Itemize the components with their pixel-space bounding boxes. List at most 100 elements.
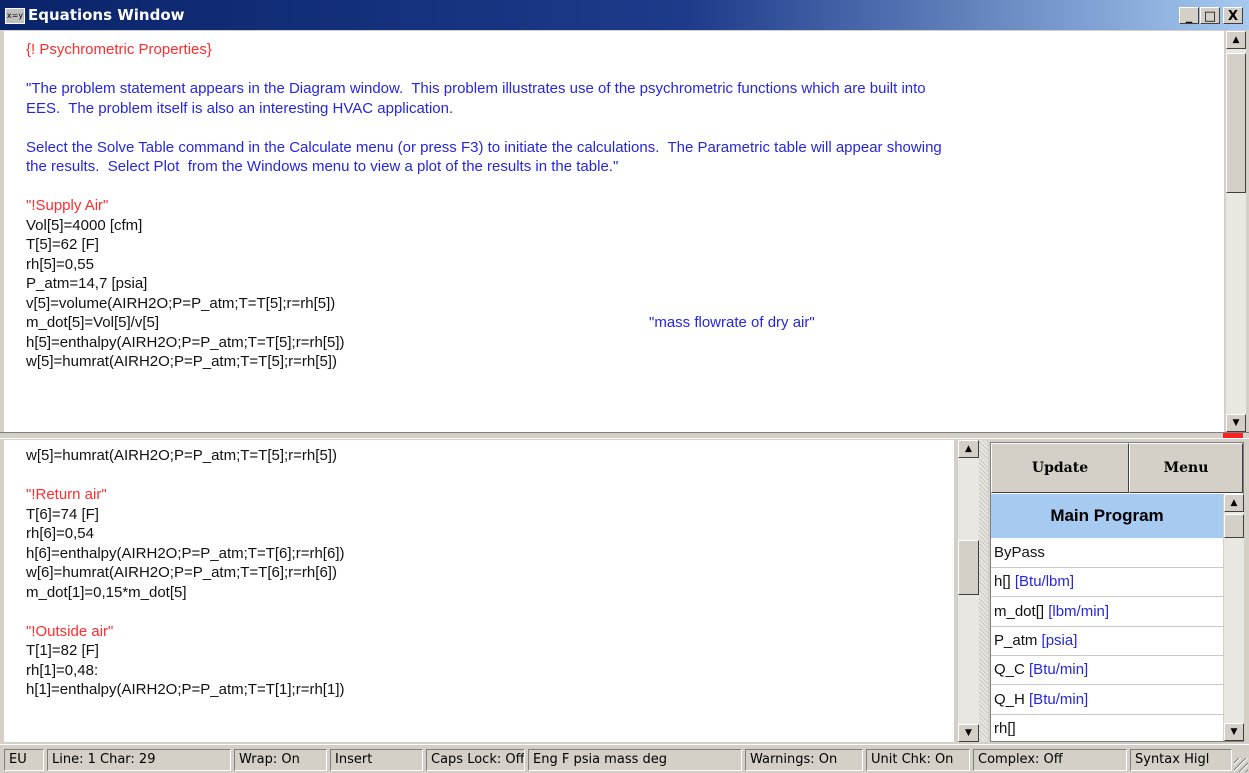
scroll-thumb[interactable] bbox=[1224, 514, 1244, 538]
code-text: "!Supply Air" bbox=[26, 197, 109, 214]
code-line[interactable]: "The problem statement appears in the Di… bbox=[26, 79, 1224, 99]
variable-list-item[interactable]: h[] [Btu/lbm] bbox=[991, 568, 1223, 598]
code-text: rh[5]=0,55 bbox=[26, 255, 94, 273]
variable-name: h[] bbox=[994, 573, 1011, 591]
status-unit-system[interactable]: EU bbox=[4, 749, 44, 771]
top-editor-scrollbar[interactable]: ▲ ▼ bbox=[1225, 31, 1246, 432]
code-line[interactable] bbox=[26, 466, 954, 486]
code-text: Vol[5]=4000 [cfm] bbox=[26, 216, 143, 234]
scroll-down-arrow-icon[interactable]: ▼ bbox=[958, 724, 979, 742]
main-program-header[interactable]: Main Program bbox=[991, 494, 1223, 538]
code-line[interactable]: h[5]=enthalpy(AIRH2O;P=P_atm;T=T[5];r=rh… bbox=[26, 333, 1224, 353]
code-line[interactable]: the results. Select Plot from the Window… bbox=[26, 157, 1224, 177]
code-text: h[1]=enthalpy(AIRH2O;P=P_atm;T=T[1];r=rh… bbox=[26, 681, 345, 698]
code-line[interactable]: rh[5]=0,55 bbox=[26, 255, 1224, 275]
variable-unit: [lbm/min] bbox=[1048, 602, 1110, 620]
code-line[interactable]: rh[1]=0,48: bbox=[26, 661, 954, 681]
code-line[interactable]: Vol[5]=4000 [cfm] bbox=[26, 216, 1224, 236]
code-text: T[5]=62 [F] bbox=[26, 236, 99, 253]
title-bar[interactable]: x=y Equations Window _ □ X bbox=[0, 0, 1249, 30]
menu-button[interactable]: Menu bbox=[1129, 443, 1243, 493]
resize-grip-icon[interactable] bbox=[1234, 758, 1248, 772]
variable-list-item[interactable]: Q_H [Btu/min] bbox=[991, 686, 1223, 715]
variable-list-item[interactable]: ByPass bbox=[991, 539, 1223, 568]
scroll-down-arrow-icon[interactable]: ▼ bbox=[1224, 723, 1244, 741]
status-bar: EU Line: 1 Char: 29 Wrap: On Insert Caps Loc… bbox=[0, 744, 1249, 773]
code-line[interactable]: v[5]=volume(AIRH2O;P=P_atm;T=T[5];r=rh[5… bbox=[26, 294, 1224, 314]
minimize-button[interactable]: _ bbox=[1179, 7, 1199, 24]
scroll-thumb[interactable] bbox=[1226, 53, 1246, 193]
status-insert-mode[interactable]: Insert bbox=[330, 749, 423, 771]
pane-splitter[interactable] bbox=[0, 432, 1249, 439]
code-text: m_dot[5]=Vol[5]/v[5] bbox=[26, 314, 160, 331]
code-text: h[5]=enthalpy(AIRH2O;P=P_atm;T=T[5];r=rh… bbox=[26, 333, 345, 351]
code-line[interactable]: {! Psychrometric Properties} bbox=[26, 40, 1224, 60]
code-line[interactable]: w[5]=humrat(AIRH2O;P=P_atm;T=T[5];r=rh[5… bbox=[26, 446, 954, 466]
status-wrap[interactable]: Wrap: On bbox=[234, 749, 327, 771]
code-text: w[6]=humrat(AIRH2O;P=P_atm;T=T[6];r=rh[6… bbox=[26, 564, 337, 581]
code-line[interactable]: "!Outside air" bbox=[26, 622, 954, 642]
equations-editor-bottom[interactable]: w[5]=humrat(AIRH2O;P=P_atm;T=T[5];r=rh[5… bbox=[4, 440, 954, 742]
code-line[interactable] bbox=[26, 602, 954, 622]
code-line[interactable]: h[6]=enthalpy(AIRH2O;P=P_atm;T=T[6];r=rh… bbox=[26, 544, 954, 564]
variable-info-panel: Update Menu Main Program ByPass h[] [Btu… bbox=[990, 442, 1244, 744]
code-text: w[5]=humrat(AIRH2O;P=P_atm;T=T[5];r=rh[5… bbox=[26, 353, 337, 370]
code-line[interactable] bbox=[26, 177, 1224, 197]
code-line[interactable]: T[6]=74 [F] bbox=[26, 505, 954, 525]
code-line[interactable]: "!Supply Air" bbox=[26, 196, 1224, 216]
code-line[interactable]: T[1]=82 [F] bbox=[26, 641, 954, 661]
code-text: rh[6]=0,54 bbox=[26, 525, 94, 542]
variable-name: rh[] bbox=[994, 719, 1016, 737]
variable-name: Q_C bbox=[994, 661, 1025, 679]
update-button[interactable]: Update bbox=[991, 443, 1129, 493]
inline-comment: "mass flowrate of dry air" bbox=[649, 314, 815, 331]
code-text: the results. Select Plot from the Window… bbox=[26, 158, 619, 175]
code-text: "The problem statement appears in the Di… bbox=[26, 80, 926, 97]
code-line[interactable]: P_atm=14,7 [psia] bbox=[26, 274, 1224, 294]
code-line[interactable]: h[1]=enthalpy(AIRH2O;P=P_atm;T=T[1];r=rh… bbox=[26, 680, 954, 700]
code-line[interactable]: Select the Solve Table command in the Ca… bbox=[26, 138, 1224, 158]
code-text: w[5]=humrat(AIRH2O;P=P_atm;T=T[5];r=rh[5… bbox=[26, 447, 337, 464]
code-line[interactable]: m_dot[5]=Vol[5]/v[5] "mass flowrate of dr… bbox=[26, 313, 1224, 333]
variable-name: ByPass bbox=[994, 544, 1045, 561]
scroll-down-arrow-icon[interactable]: ▼ bbox=[1226, 414, 1246, 432]
variable-list-item[interactable]: rh[] bbox=[991, 715, 1223, 744]
status-unit-settings[interactable]: Eng F psia mass deg bbox=[528, 749, 742, 771]
scroll-up-arrow-icon[interactable]: ▲ bbox=[1224, 494, 1244, 512]
variable-unit: [Btu/lbm] bbox=[1014, 573, 1075, 591]
code-line[interactable]: rh[6]=0,54 bbox=[26, 524, 954, 544]
code-line[interactable] bbox=[26, 60, 1224, 80]
scroll-thumb[interactable] bbox=[958, 540, 979, 595]
status-syntax-highlight[interactable]: Syntax Higl bbox=[1130, 749, 1232, 771]
status-caps-lock[interactable]: Caps Lock: Off bbox=[426, 749, 525, 771]
variable-name: P_atm bbox=[994, 631, 1038, 649]
variable-list-scrollbar[interactable]: ▲ ▼ bbox=[1223, 494, 1244, 741]
scroll-up-arrow-icon[interactable]: ▲ bbox=[958, 440, 979, 458]
equations-editor-top[interactable]: {! Psychrometric Properties} "The problem… bbox=[4, 31, 1224, 432]
variable-list-item[interactable]: Q_C [Btu/min] bbox=[991, 656, 1223, 686]
bottom-editor-scrollbar[interactable]: ▲ ▼ bbox=[957, 440, 979, 742]
status-warnings[interactable]: Warnings: On bbox=[745, 749, 863, 771]
code-line[interactable]: "!Return air" bbox=[26, 485, 954, 505]
code-line[interactable]: w[6]=humrat(AIRH2O;P=P_atm;T=T[6];r=rh[6… bbox=[26, 563, 954, 583]
status-complex[interactable]: Complex: Off bbox=[973, 749, 1127, 771]
code-line[interactable]: EES. The problem itself is also an inter… bbox=[26, 99, 1224, 119]
status-cursor-position[interactable]: Line: 1 Char: 29 bbox=[47, 749, 231, 771]
variable-list-item[interactable]: P_atm [psia] bbox=[991, 627, 1223, 656]
variable-list-item[interactable]: m_dot[] [lbm/min] bbox=[991, 598, 1223, 627]
code-line[interactable]: T[5]=62 [F] bbox=[26, 235, 1224, 255]
status-unit-check[interactable]: Unit Chk: On bbox=[866, 749, 970, 771]
code-line[interactable]: w[5]=humrat(AIRH2O;P=P_atm;T=T[5];r=rh[5… bbox=[26, 352, 1224, 372]
code-text: EES. The problem itself is also an inter… bbox=[26, 99, 454, 117]
code-line[interactable]: m_dot[1]=0,15*m_dot[5] bbox=[26, 583, 954, 603]
code-line[interactable] bbox=[26, 118, 1224, 138]
panel-divider[interactable] bbox=[979, 440, 988, 742]
splitter-indicator bbox=[1223, 433, 1243, 438]
code-text: v[5]=volume(AIRH2O;P=P_atm;T=T[5];r=rh[5… bbox=[26, 294, 336, 312]
code-text: Select the Solve Table command in the Ca… bbox=[26, 138, 942, 156]
maximize-button[interactable]: □ bbox=[1200, 7, 1220, 24]
close-button[interactable]: X bbox=[1223, 7, 1243, 24]
scroll-up-arrow-icon[interactable]: ▲ bbox=[1226, 31, 1246, 49]
code-text: T[6]=74 [F] bbox=[26, 505, 99, 523]
code-text: m_dot[1]=0,15*m_dot[5] bbox=[26, 583, 187, 601]
